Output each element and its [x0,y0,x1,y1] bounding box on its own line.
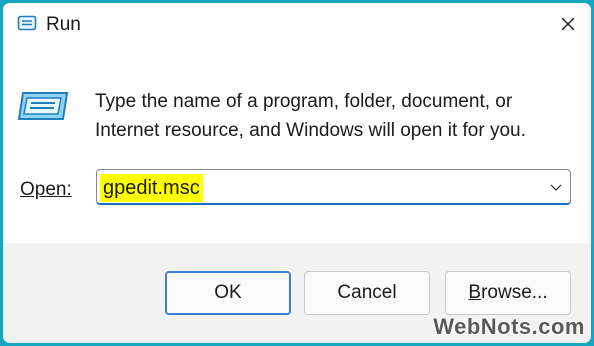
browse-accelerator: B [468,282,482,303]
description-line-2: Internet resource, and Windows will open… [95,120,526,141]
run-dialog-icon [17,92,69,120]
chevron-down-icon[interactable] [548,179,564,195]
button-bar: OK Cancel Browse... WebNots.com [3,243,591,343]
browse-button[interactable]: Browse... [445,271,571,315]
dialog-body: Type the name of a program, folder, docu… [3,45,591,243]
open-input-value[interactable]: gpedit.msc [100,174,203,202]
browse-button-label: Browse... [468,282,547,304]
browse-label-rest: rowse... [481,282,548,303]
run-icon [17,15,37,31]
watermark: WebNots.com [433,314,585,339]
cancel-button-label: Cancel [337,282,397,303]
screenshot-frame: Run Type the name of a program, folder, … [0,0,594,346]
ok-button[interactable]: OK [165,271,291,315]
ok-button-label: OK [214,282,242,303]
open-label: Open: [20,178,72,202]
close-button[interactable] [545,3,591,45]
cancel-button[interactable]: Cancel [304,271,430,315]
window-title: Run [46,14,81,35]
title-bar[interactable]: Run [3,3,591,45]
open-label-text: Open: [20,179,72,200]
description-line-1: Type the name of a program, folder, docu… [95,91,513,112]
open-combobox[interactable]: gpedit.msc [96,169,571,205]
dialog-description: Type the name of a program, folder, docu… [95,87,565,145]
close-icon [561,17,575,31]
run-dialog: Run Type the name of a program, folder, … [3,3,591,343]
